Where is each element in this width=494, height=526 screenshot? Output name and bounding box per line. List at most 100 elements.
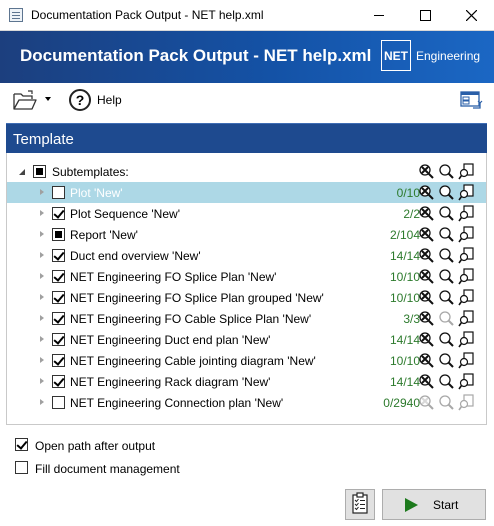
document-list-icon — [9, 8, 23, 22]
item-checkbox[interactable] — [52, 333, 65, 346]
item-label: NET Engineering FO Splice Plan grouped '… — [70, 291, 324, 305]
fill-dm-option[interactable]: Fill document management — [15, 460, 245, 477]
document-search-icon[interactable] — [458, 289, 475, 306]
search-preview-icon[interactable] — [418, 394, 435, 411]
search-preview-icon[interactable] — [418, 205, 435, 222]
maximize-button[interactable] — [402, 0, 448, 31]
search-preview-icon[interactable] — [418, 184, 435, 201]
item-checkbox[interactable] — [52, 354, 65, 367]
document-search-icon[interactable] — [458, 394, 475, 411]
tree-item[interactable]: Report 'New' 2/104 — [7, 224, 486, 245]
subtemplates-checkbox[interactable] — [33, 165, 46, 178]
magnify-icon[interactable] — [438, 310, 455, 327]
search-preview-icon[interactable] — [418, 163, 435, 180]
item-checkbox[interactable] — [52, 375, 65, 388]
magnify-icon[interactable] — [438, 184, 455, 201]
magnify-icon[interactable] — [438, 394, 455, 411]
item-checkbox[interactable] — [52, 228, 65, 241]
tree-item[interactable]: Plot 'New' 0/10 — [7, 182, 486, 203]
document-search-icon[interactable] — [458, 310, 475, 327]
document-search-icon[interactable] — [458, 247, 475, 264]
folder-open-icon — [13, 90, 37, 110]
tree-item[interactable]: Duct end overview 'New' 14/14 — [7, 245, 486, 266]
document-search-icon[interactable] — [458, 205, 475, 222]
search-preview-icon[interactable] — [418, 331, 435, 348]
item-label: NET Engineering Duct end plan 'New' — [70, 333, 271, 347]
expand-arrow-icon[interactable] — [40, 273, 44, 279]
item-checkbox[interactable] — [52, 312, 65, 325]
document-search-icon[interactable] — [458, 184, 475, 201]
search-preview-icon[interactable] — [418, 373, 435, 390]
help-button[interactable]: ? Help — [69, 89, 127, 113]
item-action-icons — [418, 205, 476, 222]
expand-arrow-icon[interactable] — [40, 357, 44, 363]
minimize-button[interactable] — [356, 0, 402, 31]
item-checkbox[interactable] — [52, 270, 65, 283]
document-search-icon[interactable] — [458, 352, 475, 369]
layout-button[interactable] — [459, 89, 483, 113]
item-label: Plot 'New' — [70, 186, 123, 200]
magnify-icon[interactable] — [438, 352, 455, 369]
tree-item[interactable]: Plot Sequence 'New' 2/2 — [7, 203, 486, 224]
item-checkbox[interactable] — [52, 186, 65, 199]
expand-arrow-icon[interactable] — [40, 210, 44, 216]
magnify-icon[interactable] — [438, 289, 455, 306]
collapse-arrow-icon[interactable] — [19, 169, 25, 175]
item-action-icons — [418, 310, 476, 327]
tree-item[interactable]: NET Engineering Connection plan 'New' 0/2… — [7, 392, 486, 413]
expand-arrow-icon[interactable] — [40, 294, 44, 300]
magnify-icon[interactable] — [438, 205, 455, 222]
expand-arrow-icon[interactable] — [40, 189, 44, 195]
document-search-icon[interactable] — [458, 268, 475, 285]
tree-item[interactable]: NET Engineering Rack diagram 'New' 14/14 — [7, 371, 486, 392]
checklist-button[interactable] — [345, 489, 375, 520]
tree-item[interactable]: NET Engineering FO Cable Splice Plan 'Ne… — [7, 308, 486, 329]
subtemplate-tree: Subtemplates: Plot 'New' 0/10 Plot Sequenc… — [6, 153, 487, 425]
toolbar: ? Help — [0, 83, 494, 121]
search-preview-icon[interactable] — [418, 247, 435, 264]
document-search-icon[interactable] — [458, 226, 475, 243]
document-search-icon[interactable] — [458, 373, 475, 390]
search-preview-icon[interactable] — [418, 226, 435, 243]
magnify-icon[interactable] — [438, 373, 455, 390]
item-checkbox[interactable] — [52, 207, 65, 220]
root-action-icons — [418, 163, 476, 180]
search-preview-icon[interactable] — [418, 310, 435, 327]
fill-dm-checkbox[interactable] — [15, 461, 28, 474]
fill-dm-label: Fill document management — [35, 462, 180, 476]
open-button[interactable] — [12, 90, 38, 112]
expand-arrow-icon[interactable] — [40, 336, 44, 342]
item-action-icons — [418, 184, 476, 201]
logo-text: Engineering — [416, 49, 481, 63]
expand-arrow-icon[interactable] — [40, 252, 44, 258]
document-search-icon[interactable] — [458, 163, 475, 180]
open-path-checkbox[interactable] — [15, 438, 28, 451]
magnify-icon[interactable] — [438, 226, 455, 243]
tree-item[interactable]: NET Engineering FO Splice Plan 'New' 10/1… — [7, 266, 486, 287]
tree-root-row[interactable]: Subtemplates: — [7, 161, 486, 182]
open-path-option[interactable]: Open path after output — [15, 437, 245, 454]
item-checkbox[interactable] — [52, 249, 65, 262]
tree-item[interactable]: NET Engineering Duct end plan 'New' 14/14 — [7, 329, 486, 350]
magnify-icon[interactable] — [438, 268, 455, 285]
magnify-icon[interactable] — [438, 163, 455, 180]
item-checkbox[interactable] — [52, 396, 65, 409]
expand-arrow-icon[interactable] — [40, 378, 44, 384]
net-logo: NET — [381, 40, 411, 71]
item-checkbox[interactable] — [52, 291, 65, 304]
search-preview-icon[interactable] — [418, 289, 435, 306]
close-button[interactable] — [448, 0, 494, 31]
expand-arrow-icon[interactable] — [40, 399, 44, 405]
tree-item[interactable]: NET Engineering Cable jointing diagram '… — [7, 350, 486, 371]
open-dropdown-arrow[interactable] — [45, 97, 51, 101]
tree-item[interactable]: NET Engineering FO Splice Plan grouped '… — [7, 287, 486, 308]
start-button[interactable]: Start — [382, 489, 486, 520]
expand-arrow-icon[interactable] — [40, 315, 44, 321]
item-action-icons — [418, 247, 476, 264]
magnify-icon[interactable] — [438, 247, 455, 264]
search-preview-icon[interactable] — [418, 352, 435, 369]
document-search-icon[interactable] — [458, 331, 475, 348]
magnify-icon[interactable] — [438, 331, 455, 348]
expand-arrow-icon[interactable] — [40, 231, 44, 237]
search-preview-icon[interactable] — [418, 268, 435, 285]
